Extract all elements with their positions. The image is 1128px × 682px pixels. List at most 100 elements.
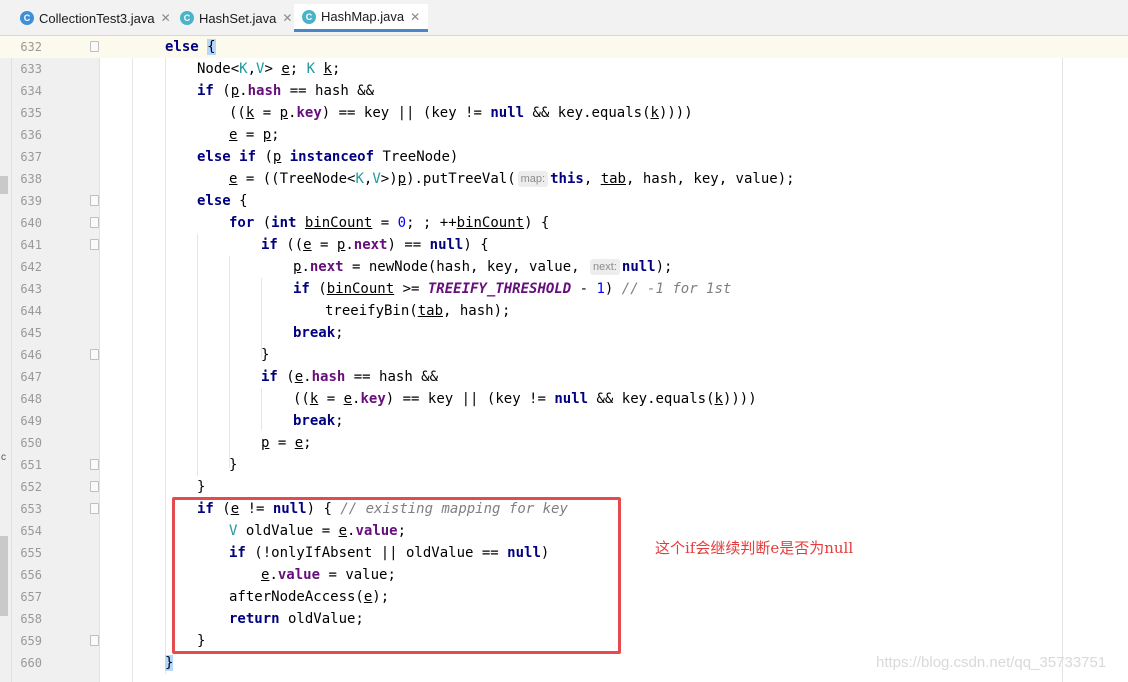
fold-icon[interactable] [90,349,99,360]
close-icon[interactable]: ✕ [410,10,420,24]
line-number: 640 [20,216,42,230]
code-text: p.next = newNode(hash, key, value, next:… [293,259,673,275]
code-text: p = e; [261,435,312,451]
line-number: 656 [20,568,42,582]
code-text: ((k = e.key) == key || (key != null && k… [293,391,757,407]
code-text: ((k = p.key) == key || (key != null && k… [229,105,693,121]
line-number: 657 [20,590,42,604]
fold-icon[interactable] [90,217,99,228]
parameter-hint: map: [517,171,549,187]
line-number: 655 [20,546,42,560]
code-line[interactable]: 636 e = p; [0,124,1128,146]
code-line[interactable]: 632 else { [0,36,1128,58]
code-text: } [229,457,238,473]
annotation-text: 这个if会继续判断e是否为null [655,539,854,557]
code-text: else if (p instanceof TreeNode) [197,149,459,165]
code-text: for (int binCount = 0; ; ++binCount) { [229,215,550,231]
code-line[interactable]: 649 break; [0,410,1128,432]
line-number: 644 [20,304,42,318]
code-line[interactable]: 646 } [0,344,1128,366]
code-line[interactable]: 634 if (p.hash == hash && [0,80,1128,102]
tab-hashset[interactable]: C HashSet.java ✕ [172,4,300,32]
line-number: 653 [20,502,42,516]
close-icon[interactable]: ✕ [161,11,171,25]
code-line[interactable]: 633 Node<K,V> e; K k; [0,58,1128,80]
line-number: 652 [20,480,42,494]
line-number: 651 [20,458,42,472]
java-class-icon: C [20,11,34,25]
code-text: else { [165,39,216,55]
line-number: 642 [20,260,42,274]
code-line[interactable]: 643 if (binCount >= TREEIFY_THRESHOLD - … [0,278,1128,300]
code-line[interactable]: 638 e = ((TreeNode<K,V>)p).putTreeVal(ma… [0,168,1128,190]
highlight-box [172,497,621,654]
code-line[interactable]: 642 p.next = newNode(hash, key, value, n… [0,256,1128,278]
line-number: 637 [20,150,42,164]
code-text: break; [293,325,344,341]
line-number: 636 [20,128,42,142]
java-class-icon: C [180,11,194,25]
code-line[interactable]: 635 ((k = p.key) == key || (key != null … [0,102,1128,124]
code-text: if (binCount >= TREEIFY_THRESHOLD - 1) /… [293,281,732,297]
java-class-icon: C [302,9,316,24]
fold-icon[interactable] [90,41,99,52]
line-number: 633 [20,62,42,76]
fold-icon[interactable] [90,635,99,646]
code-line[interactable]: 648 ((k = e.key) == key || (key != null … [0,388,1128,410]
line-number: 648 [20,392,42,406]
code-text: } [197,479,206,495]
code-text: } [261,347,270,363]
line-number: 638 [20,172,42,186]
code-text: if ((e = p.next) == null) { [261,237,489,253]
line-number: 645 [20,326,42,340]
code-line[interactable]: 647 if (e.hash == hash && [0,366,1128,388]
line-number: 641 [20,238,42,252]
line-number: 639 [20,194,42,208]
tab-hashmap[interactable]: C HashMap.java ✕ [294,4,429,32]
code-line[interactable]: 637 else if (p instanceof TreeNode) [0,146,1128,168]
code-text: e = p; [229,127,280,143]
code-text: Node<K,V> e; K k; [197,61,341,77]
tab-label: HashMap.java [321,9,405,24]
fold-icon[interactable] [90,459,99,470]
code-text: if (e.hash == hash && [261,369,439,385]
tab-collectiontest3[interactable]: C CollectionTest3.java ✕ [12,4,179,32]
code-line[interactable]: 640 for (int binCount = 0; ; ++binCount)… [0,212,1128,234]
code-line[interactable]: 645 break; [0,322,1128,344]
line-number: 635 [20,106,42,120]
editor-tab-bar: C CollectionTest3.java ✕ C HashSet.java … [0,0,1128,36]
code-line[interactable]: 641 if ((e = p.next) == null) { [0,234,1128,256]
line-number: 649 [20,414,42,428]
gutter-marker: c [1,452,6,463]
line-number: 654 [20,524,42,538]
code-line[interactable]: 650 p = e; [0,432,1128,454]
code-text: e = ((TreeNode<K,V>)p).putTreeVal(map: th… [229,171,795,187]
fold-icon[interactable] [90,481,99,492]
code-line[interactable]: 651 } [0,454,1128,476]
fold-icon[interactable] [90,503,99,514]
line-number: 659 [20,634,42,648]
code-line[interactable]: 644 treeifyBin(tab, hash); [0,300,1128,322]
line-number: 643 [20,282,42,296]
line-number: 634 [20,84,42,98]
line-number: 647 [20,370,42,384]
tab-label: CollectionTest3.java [39,10,155,26]
line-number: 658 [20,612,42,626]
parameter-hint: next: [590,259,620,275]
line-number: 650 [20,436,42,450]
tab-label: HashSet.java [199,10,277,26]
line-number: 660 [20,656,42,670]
close-icon[interactable]: ✕ [282,11,292,25]
watermark: https://blog.csdn.net/qq_35733751 [876,654,1107,671]
code-line[interactable]: 652 } [0,476,1128,498]
fold-icon[interactable] [90,195,99,206]
code-line[interactable]: 639 else { [0,190,1128,212]
line-number: 632 [20,40,42,54]
fold-icon[interactable] [90,239,99,250]
code-text: else { [197,193,248,209]
line-number: 646 [20,348,42,362]
code-text: break; [293,413,344,429]
code-text: if (p.hash == hash && [197,83,375,99]
code-text: treeifyBin(tab, hash); [325,303,511,319]
code-text: } [165,655,174,671]
